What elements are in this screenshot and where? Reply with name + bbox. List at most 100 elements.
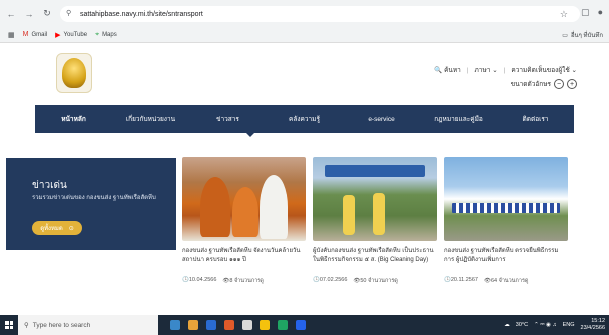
- news-meta: 🕓07.02.2566 👁50 จำนวนการดู: [313, 277, 437, 285]
- windows-icon: [5, 321, 13, 329]
- folder-icon: ▭: [562, 32, 568, 39]
- apps-icon[interactable]: ▦: [8, 31, 15, 39]
- clock-time: 15:12: [591, 318, 605, 324]
- site-header: 🔍 ค้นหา | ภาษา ⌄ | ความคิดเห็นของผู้ใช้ …: [0, 43, 609, 107]
- news-meta: 🕓10.04.2566 👁8 จำนวนการดู: [182, 277, 306, 285]
- mail-icon[interactable]: [242, 320, 252, 330]
- view-all-label: ดูทั้งหมด: [40, 226, 63, 232]
- address-bar[interactable]: ⚲ sattahipbase.navy.mi.th/site/sntranspo…: [60, 6, 580, 22]
- emblem-icon: [62, 58, 86, 88]
- taskbar-search[interactable]: ⚲ Type here to search: [18, 315, 158, 335]
- nav-item[interactable]: e-service: [343, 116, 420, 123]
- windows-taskbar: ⚲ Type here to search ☁ 30°C ⌃ ⎓ ◉ ♫ ENG…: [0, 315, 609, 335]
- search-label: ค้นหา: [444, 67, 461, 74]
- other-bookmarks-label: อื่นๆ ที่บันทึก: [570, 33, 603, 39]
- views-icon: 👁50 จำนวนการดู: [353, 278, 398, 284]
- nav-item[interactable]: ติดต่อเรา: [497, 114, 574, 124]
- input-language[interactable]: ENG: [563, 322, 575, 328]
- lock-icon: ⚲: [66, 10, 72, 17]
- bookmark-star-icon[interactable]: ☆: [560, 9, 568, 20]
- font-decrease-button[interactable]: −: [554, 79, 564, 89]
- feedback-select[interactable]: ความคิดเห็นของผู้ใช้ ⌄: [511, 65, 577, 75]
- nav-item[interactable]: คลังความรู้: [266, 114, 343, 124]
- forward-icon[interactable]: →: [22, 7, 36, 21]
- profile-icon[interactable]: ●: [598, 7, 603, 18]
- language-label: ภาษา: [474, 67, 491, 74]
- news-title: ข่าวเด่น: [32, 180, 67, 191]
- nav-item[interactable]: หน้าหลัก: [35, 114, 112, 124]
- bookmark-label: Maps: [102, 31, 117, 38]
- news-photo[interactable]: [182, 157, 306, 241]
- youtube-icon: ▶: [55, 31, 61, 39]
- start-button[interactable]: [0, 315, 18, 335]
- nav-item[interactable]: เกี่ยวกับหน่วยงาน: [112, 114, 189, 124]
- arrow-circle-icon: ⊙: [68, 225, 74, 232]
- news-date: 10.04.2566: [188, 277, 217, 283]
- bookmark-maps[interactable]: ⌖ Maps: [95, 31, 117, 39]
- extensions-icon[interactable]: ▢: [581, 7, 590, 18]
- news-views: 50 จำนวนการดู: [360, 278, 398, 284]
- gmail-icon: M: [22, 31, 29, 38]
- nav-item[interactable]: กฎหมายและคู่มือ: [420, 114, 497, 124]
- weather-temp: 30°C: [515, 322, 529, 328]
- address-url: sattahipbase.navy.mi.th/site/sntransport: [80, 10, 203, 18]
- line-icon[interactable]: [278, 320, 288, 330]
- site-logo[interactable]: [56, 53, 92, 93]
- search-icon: 🔍: [434, 67, 443, 74]
- store-icon[interactable]: [224, 320, 234, 330]
- news-card[interactable]: กองขนส่ง ฐานทัพเรือสัตหีบ ตรวจยืนพิธีกรร…: [444, 157, 568, 285]
- tray-icons[interactable]: ⌃ ⎓ ◉ ♫: [534, 322, 557, 329]
- file-explorer-icon[interactable]: [188, 320, 198, 330]
- browser-toolbar: ← → ↻ ⌂ ⚲ sattahipbase.navy.mi.th/site/s…: [0, 0, 609, 27]
- word-icon[interactable]: [296, 320, 306, 330]
- language-select[interactable]: ภาษา ⌄: [475, 65, 498, 75]
- news-caption[interactable]: กองขนส่ง ฐานทัพเรือสัตหีบ จัดงานวันคล้าย…: [182, 247, 306, 267]
- search-icon: ⚲: [24, 322, 29, 329]
- news-description: รวมรวมข่าวเด่นของ กองขนส่ง ฐานทัพเรือสัต…: [32, 195, 156, 201]
- view-all-button[interactable]: ดูทั้งหมด ⊙: [32, 221, 82, 235]
- views-icon: 👁8 จำนวนการดู: [222, 278, 264, 284]
- news-caption[interactable]: ผู้บังคับกองขนส่ง ฐานทัพเรือสัตหีบ เป็นป…: [313, 247, 437, 267]
- maps-icon: ⌖: [95, 30, 100, 38]
- divider: |: [466, 66, 469, 74]
- news-views: 8 จำนวนการดู: [229, 278, 264, 284]
- task-view-icon[interactable]: [170, 320, 180, 330]
- chrome-icon[interactable]: [260, 320, 270, 330]
- calendar-icon: 🕓07.02.2566: [313, 277, 348, 283]
- toolbar-right: ▢ ●: [581, 7, 603, 18]
- news-card[interactable]: ผู้บังคับกองขนส่ง ฐานทัพเรือสัตหีบ เป็นป…: [313, 157, 437, 285]
- font-size-label: ขนาดตัวอักษร: [510, 81, 551, 88]
- news-date: 07.02.2566: [319, 277, 348, 283]
- news-meta: 🕓20.11.2567 👁64 จำนวนการดู: [444, 277, 568, 285]
- news-caption[interactable]: กองขนส่ง ฐานทัพเรือสัตหีบ ตรวจยืนพิธีกรร…: [444, 247, 568, 267]
- news-photo[interactable]: [444, 157, 568, 241]
- news-photo[interactable]: [313, 157, 437, 241]
- bookmark-youtube[interactable]: ▶ YouTube: [55, 31, 87, 39]
- browser-chrome: ← → ↻ ⌂ ⚲ sattahipbase.navy.mi.th/site/s…: [0, 0, 609, 43]
- calendar-icon: 🕓20.11.2567: [444, 277, 478, 283]
- reload-icon[interactable]: ↻: [40, 7, 54, 21]
- back-icon[interactable]: ←: [4, 7, 18, 21]
- nav-active-caret: [246, 133, 254, 137]
- news-date: 20.11.2567: [450, 277, 478, 283]
- font-size-controls: ขนาดตัวอักษร − +: [511, 79, 577, 89]
- search-link[interactable]: 🔍 ค้นหา: [434, 65, 461, 75]
- nav-item[interactable]: ข่าวสาร: [189, 114, 266, 124]
- bookmark-label: Gmail: [31, 31, 48, 38]
- header-utilities: 🔍 ค้นหา | ภาษา ⌄ | ความคิดเห็นของผู้ใช้ …: [434, 65, 577, 75]
- divider: |: [503, 66, 506, 74]
- news-card[interactable]: กองขนส่ง ฐานทัพเรือสัตหีบ จัดงานวันคล้าย…: [182, 157, 306, 285]
- weather-icon[interactable]: ☁: [504, 322, 510, 328]
- views-icon: 👁64 จำนวนการดู: [483, 278, 529, 284]
- other-bookmarks[interactable]: ▭ อื่นๆ ที่บันทึก: [562, 30, 603, 40]
- taskbar-apps: [170, 320, 306, 330]
- edge-icon[interactable]: [206, 320, 216, 330]
- clock-date: 23/4/2566: [580, 325, 605, 331]
- featured-news-panel: ข่าวเด่น รวมรวมข่าวเด่นของ กองขนส่ง ฐานท…: [6, 158, 176, 250]
- clock[interactable]: 15:12 23/4/2566: [581, 318, 605, 332]
- bookmark-gmail[interactable]: M Gmail: [23, 31, 48, 38]
- taskbar-search-placeholder: Type here to search: [32, 321, 91, 329]
- font-increase-button[interactable]: +: [567, 79, 577, 89]
- bookmarks-bar: ▦ M Gmail ▶ YouTube ⌖ Maps ▭ อื่นๆ ที่บั…: [0, 27, 609, 42]
- news-views: 64 จำนวนการดู: [490, 278, 529, 284]
